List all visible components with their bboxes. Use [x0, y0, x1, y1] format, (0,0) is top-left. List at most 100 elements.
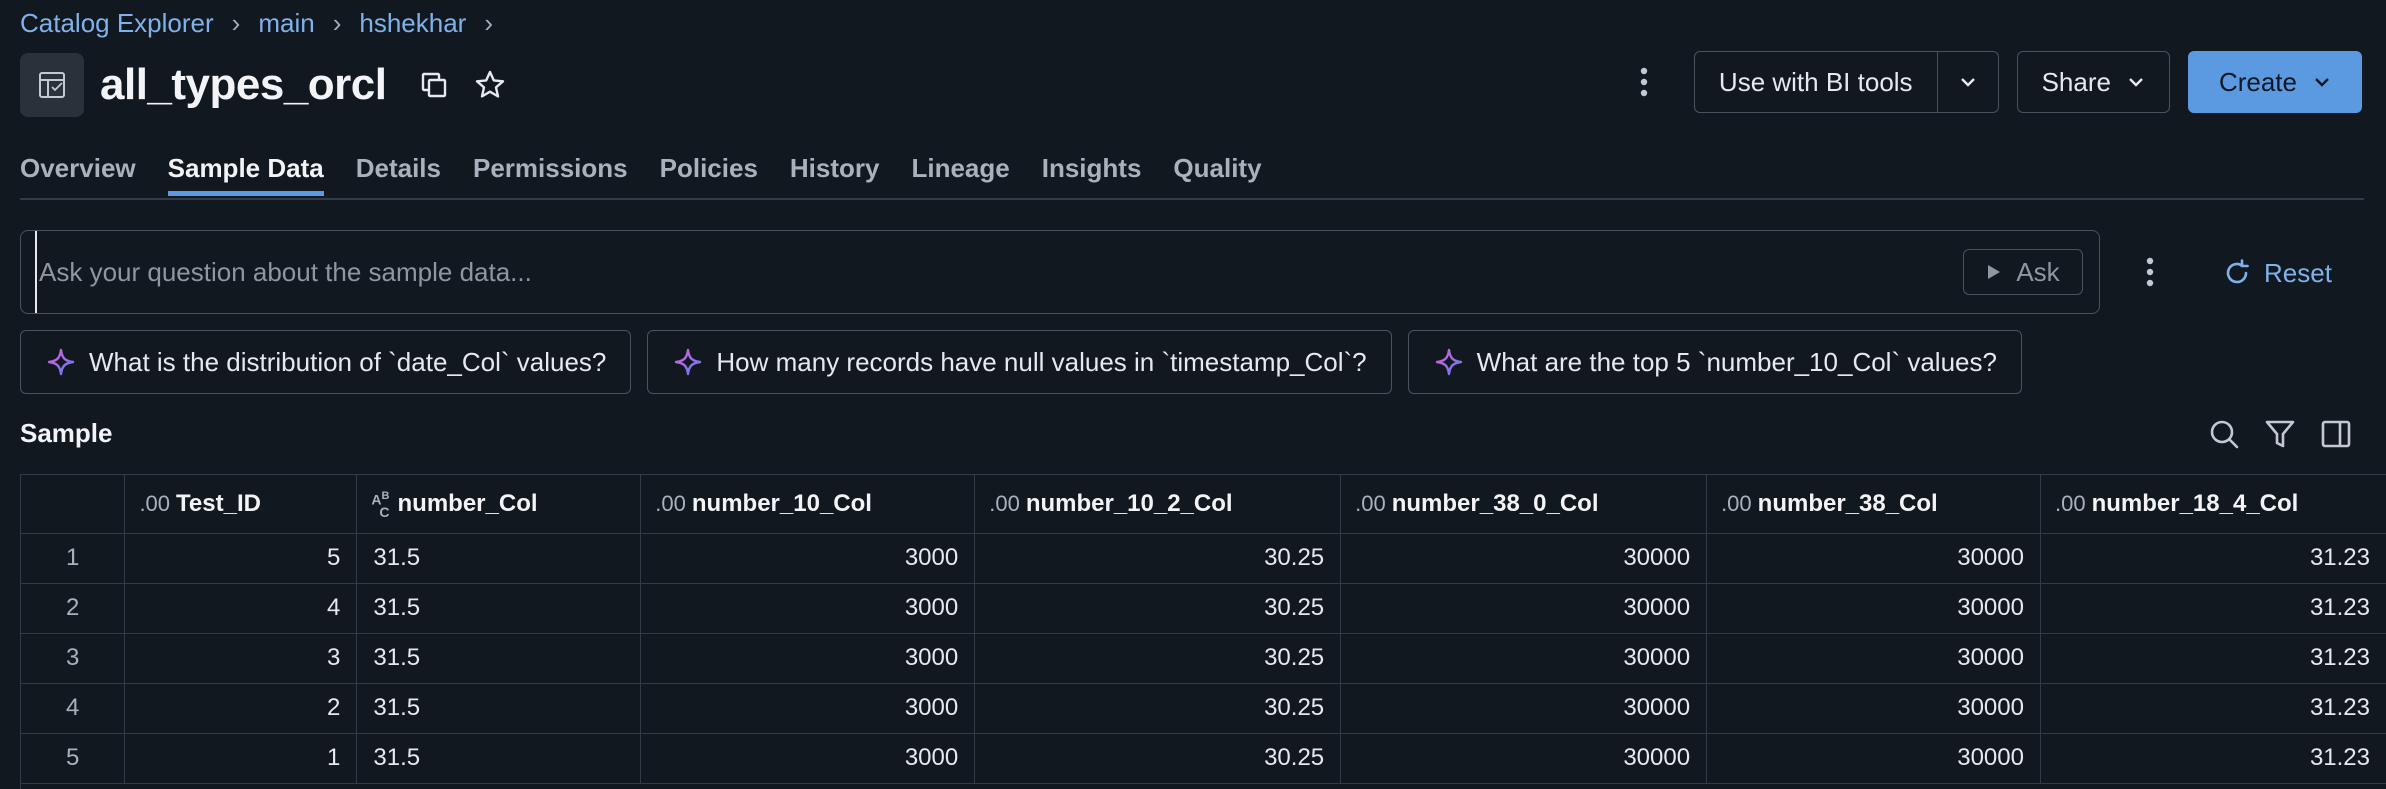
more-options-icon[interactable]: [1624, 52, 1664, 112]
column-header-label: number_Col: [397, 489, 538, 517]
tab-history[interactable]: History: [790, 140, 880, 196]
table-cell[interactable]: 31.23: [2040, 683, 2386, 734]
table-cell[interactable]: 3000: [640, 633, 976, 684]
table-cell[interactable]: 3000: [640, 533, 976, 584]
table-cell[interactable]: 4: [124, 583, 358, 634]
table-cell[interactable]: 3: [124, 633, 358, 684]
table-cell[interactable]: 30000: [1340, 583, 1708, 634]
table-toolbar: [2188, 414, 2356, 454]
tab-policies[interactable]: Policies: [660, 140, 758, 196]
chevron-down-icon: [1960, 78, 1975, 87]
column-header[interactable]: AB C number_Col: [356, 475, 642, 534]
suggestion-text: What is the distribution of `date_Col` v…: [89, 346, 607, 377]
side-panel-icon[interactable]: [2316, 414, 2356, 454]
breadcrumb-main[interactable]: main: [258, 8, 314, 39]
table-cell[interactable]: 5: [124, 533, 358, 584]
tab-details[interactable]: Details: [356, 140, 441, 196]
table-cell[interactable]: 30.25: [974, 583, 1342, 634]
tab-quality[interactable]: Quality: [1173, 140, 1261, 196]
table-cell[interactable]: 31.23: [2040, 533, 2386, 584]
tab-overview[interactable]: Overview: [20, 140, 136, 196]
table-cell[interactable]: 30000: [1340, 733, 1708, 784]
tab-lineage[interactable]: Lineage: [911, 140, 1009, 196]
column-header[interactable]: .00 number_18_4_Col: [2040, 475, 2386, 534]
column-header-label: number_10_2_Col: [1025, 489, 1233, 517]
ask-box: Ask: [20, 230, 2100, 314]
column-header[interactable]: .00 Test_ID: [124, 475, 358, 534]
column-header[interactable]: .00 number_10_2_Col: [974, 475, 1342, 534]
string-type-icon: AB C: [371, 490, 390, 520]
table-cell[interactable]: 30000: [1706, 533, 2041, 584]
tab-sample-data[interactable]: Sample Data: [167, 140, 324, 196]
suggestion-text: What are the top 5 `number_10_Col` value…: [1476, 346, 1997, 377]
breadcrumb-hshekhar[interactable]: hshekhar: [359, 8, 466, 39]
table-cell[interactable]: 31.5: [356, 733, 642, 784]
copy-icon[interactable]: [417, 68, 451, 102]
table-cell[interactable]: 30000: [1340, 683, 1708, 734]
table-cell[interactable]: 31.23: [2040, 733, 2386, 784]
reset-label: Reset: [2264, 257, 2332, 288]
suggestion-chip[interactable]: How many records have null values in `ti…: [647, 330, 1392, 394]
table-cell[interactable]: 3000: [640, 683, 976, 734]
table-cell[interactable]: 31.5: [356, 583, 642, 634]
table-cell[interactable]: 30000: [1340, 533, 1708, 584]
table-cell[interactable]: 30000: [1706, 583, 2041, 634]
bi-tools-dropdown-button[interactable]: [1938, 52, 1998, 112]
numeric-type-icon: .00: [2054, 490, 2086, 516]
row-number: 2: [21, 583, 126, 634]
breadcrumb-separator: ›: [231, 7, 241, 38]
table-cell[interactable]: 31.5: [356, 633, 642, 684]
chevron-down-icon: [2315, 78, 2329, 87]
tab-insights[interactable]: Insights: [1042, 140, 1142, 196]
table-cell[interactable]: 30000: [1706, 683, 2041, 734]
table-row: 3 3 31.5 3000 30.25 30000 30000 31.23: [21, 633, 2386, 684]
suggestion-chip[interactable]: What are the top 5 `number_10_Col` value…: [1407, 330, 2022, 394]
table-cell[interactable]: 31.5: [356, 533, 642, 584]
star-icon[interactable]: [473, 68, 507, 102]
table-cell[interactable]: 1: [124, 733, 358, 784]
table-cell[interactable]: 3000: [640, 733, 976, 784]
suggestion-chip[interactable]: What is the distribution of `date_Col` v…: [20, 330, 632, 394]
column-header[interactable]: .00 number_38_Col: [1706, 475, 2041, 534]
table-cell[interactable]: 30.25: [974, 533, 1342, 584]
row-number: 3: [21, 633, 126, 684]
table-cell[interactable]: 30000: [1340, 633, 1708, 684]
ask-button[interactable]: Ask: [1963, 249, 2083, 295]
table-icon: [20, 53, 84, 117]
create-button[interactable]: Create: [2187, 51, 2362, 113]
row-number-header: [21, 475, 126, 534]
tab-permissions[interactable]: Permissions: [473, 140, 628, 196]
share-button[interactable]: Share: [2016, 51, 2170, 113]
column-header-label: number_18_4_Col: [2091, 489, 2299, 517]
use-with-bi-tools-button[interactable]: Use with BI tools: [1695, 52, 1938, 112]
search-icon[interactable]: [2204, 414, 2244, 454]
table-cell[interactable]: 30.25: [974, 733, 1342, 784]
breadcrumb-separator: ›: [332, 7, 342, 38]
table-cell[interactable]: 31.5: [356, 683, 642, 734]
table-cell[interactable]: 31.23: [2040, 633, 2386, 684]
table-row: 1 5 31.5 3000 30.25 30000 30000 31.23: [21, 533, 2386, 584]
table-header-row: .00 Test_ID AB Cnumber_Col .00 number_10_Co…: [21, 475, 2386, 534]
filter-icon[interactable]: [2260, 414, 2300, 454]
reset-button[interactable]: Reset: [2222, 252, 2332, 294]
table-cell[interactable]: 30000: [1706, 633, 2041, 684]
numeric-type-icon: .00: [655, 490, 686, 516]
share-label: Share: [2041, 66, 2111, 97]
table-cell[interactable]: 30.25: [974, 683, 1342, 734]
ask-button-label: Ask: [2016, 256, 2060, 287]
ask-question-input[interactable]: [35, 231, 1963, 313]
breadcrumb-catalog-explorer[interactable]: Catalog Explorer: [20, 8, 214, 39]
page-title: all_types_orcl: [100, 60, 387, 109]
table-cell[interactable]: 30.25: [974, 633, 1342, 684]
column-header[interactable]: .00 number_38_0_Col: [1340, 475, 1708, 534]
table-cell[interactable]: 30000: [1706, 733, 2041, 784]
tab-bar: Overview Sample Data Details Permissions…: [20, 140, 2364, 200]
column-header-label: number_10_Col: [691, 489, 872, 517]
column-header[interactable]: .00 number_10_Col: [640, 475, 976, 534]
numeric-type-icon: .00: [1355, 490, 1386, 516]
sample-section-title: Sample: [20, 418, 113, 448]
table-cell[interactable]: 31.23: [2040, 583, 2386, 634]
table-cell[interactable]: 3000: [640, 583, 976, 634]
ask-more-options-icon[interactable]: [2130, 246, 2170, 298]
table-cell[interactable]: 2: [124, 683, 358, 734]
